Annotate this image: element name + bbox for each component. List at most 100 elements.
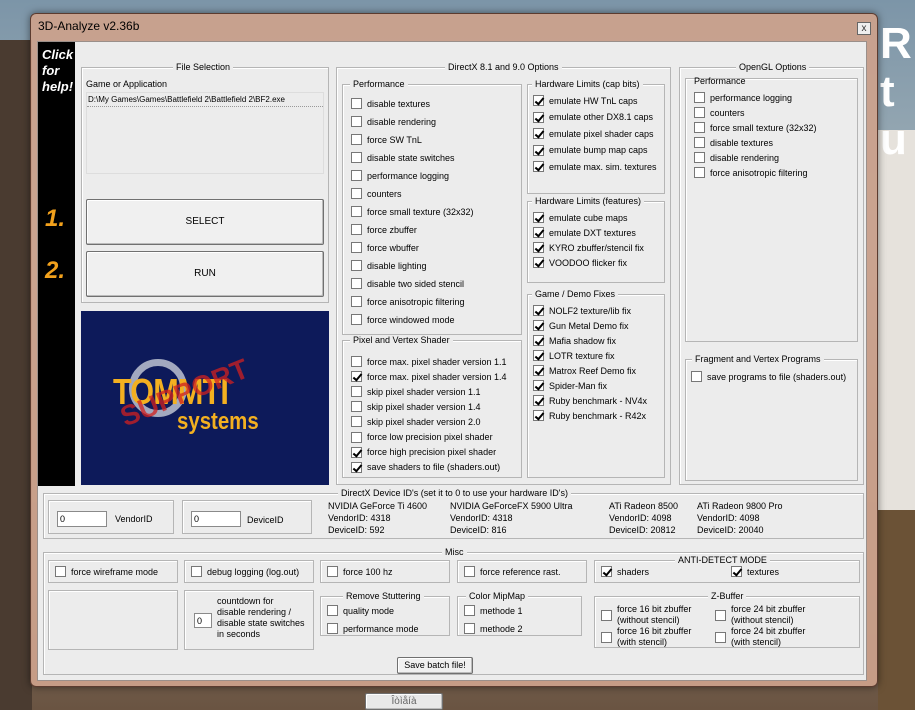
path-listbox[interactable]: D:\My Games\Games\Battlefield 2\Battlefi… <box>86 92 324 174</box>
checked-box-icon[interactable] <box>351 446 362 458</box>
checked-box-icon[interactable] <box>533 335 544 346</box>
checkbox-force-windowed-mode[interactable]: force windowed mode <box>351 314 455 325</box>
unchecked-box-icon[interactable] <box>694 122 705 133</box>
checkbox-disable-state-switches[interactable]: disable state switches <box>351 152 455 163</box>
checkbox-force-anisotropic-filtering[interactable]: force anisotropic filtering <box>694 167 808 178</box>
checkbox-counters[interactable]: counters <box>694 107 745 118</box>
checked-box-icon[interactable] <box>533 380 544 391</box>
checkbox-methode-2[interactable]: methode 2 <box>464 623 523 634</box>
checked-box-icon[interactable] <box>533 395 544 406</box>
checkbox-emulate-dxt-textures[interactable]: emulate DXT textures <box>533 227 636 238</box>
checkbox-emulate-hw-tnl-caps[interactable]: emulate HW TnL caps <box>533 95 638 106</box>
vendor-id-input[interactable]: 0 <box>57 511 107 527</box>
checked-box-icon[interactable] <box>533 242 544 253</box>
checked-box-icon[interactable] <box>533 350 544 361</box>
checkbox-save-programs-to-file-shaders-out[interactable]: save programs to file (shaders.out) <box>691 371 846 382</box>
checkbox-gun-metal-demo-fix[interactable]: Gun Metal Demo fix <box>533 320 629 331</box>
unchecked-box-icon[interactable] <box>694 167 705 178</box>
checkbox-emulate-other-dx8-1-caps[interactable]: emulate other DX8.1 caps <box>533 111 653 123</box>
checkbox-textures[interactable]: textures <box>731 566 779 577</box>
checked-box-icon[interactable] <box>533 128 544 140</box>
unchecked-box-icon[interactable] <box>351 224 362 235</box>
checkbox-force-anisotropic-filtering[interactable]: force anisotropic filtering <box>351 296 465 307</box>
checkbox-z24-no-stencil[interactable]: force 24 bit zbuffer (without stencil) <box>715 604 805 626</box>
checkbox-disable-textures[interactable]: disable textures <box>351 98 430 109</box>
unchecked-box-icon[interactable] <box>351 401 362 413</box>
checkbox-debug-logging-log-out[interactable]: debug logging (log.out) <box>191 566 299 577</box>
unchecked-box-icon[interactable] <box>327 566 338 577</box>
checkbox-skip-pixel-shader-version-1-1[interactable]: skip pixel shader version 1.1 <box>351 386 481 398</box>
select-button[interactable]: SELECT <box>86 199 324 245</box>
checkbox-force-wireframe-mode[interactable]: force wireframe mode <box>55 566 158 577</box>
unchecked-box-icon[interactable] <box>351 98 362 109</box>
unchecked-box-icon[interactable] <box>351 260 362 271</box>
checked-box-icon[interactable] <box>533 95 544 106</box>
checkbox-performance-logging[interactable]: performance logging <box>351 170 449 181</box>
unchecked-box-icon[interactable] <box>694 152 705 163</box>
checkbox-emulate-cube-maps[interactable]: emulate cube maps <box>533 212 628 223</box>
checked-box-icon[interactable] <box>351 371 362 383</box>
unchecked-box-icon[interactable] <box>464 623 475 634</box>
unchecked-box-icon[interactable] <box>694 107 705 118</box>
checkbox-performance-mode[interactable]: performance mode <box>327 623 419 634</box>
checkbox-disable-two-sided-stencil[interactable]: disable two sided stencil <box>351 278 464 289</box>
checkbox-mafia-shadow-fix[interactable]: Mafia shadow fix <box>533 335 616 346</box>
unchecked-box-icon[interactable] <box>464 605 475 616</box>
checkbox-skip-pixel-shader-version-1-4[interactable]: skip pixel shader version 1.4 <box>351 401 481 413</box>
checkbox-force-small-texture-32x32[interactable]: force small texture (32x32) <box>351 206 474 217</box>
unchecked-box-icon[interactable] <box>715 631 726 643</box>
checkbox-voodoo-flicker-fix[interactable]: VOODOO flicker fix <box>533 257 627 268</box>
checkbox-skip-pixel-shader-version-2-0[interactable]: skip pixel shader version 2.0 <box>351 416 481 428</box>
background-cancel-button[interactable]: Îòìåíà <box>365 693 443 710</box>
unchecked-box-icon[interactable] <box>351 431 362 443</box>
checkbox-z16-stencil[interactable]: force 16 bit zbuffer (with stencil) <box>601 626 691 648</box>
checkbox-performance-logging[interactable]: performance logging <box>694 92 792 103</box>
unchecked-box-icon[interactable] <box>464 566 475 577</box>
tommti-logo[interactable]: TOMMTI systems SUPPORT <box>81 311 329 485</box>
unchecked-box-icon[interactable] <box>694 92 705 103</box>
checkbox-force-wbuffer[interactable]: force wbuffer <box>351 242 419 253</box>
unchecked-box-icon[interactable] <box>351 314 362 325</box>
checked-box-icon[interactable] <box>533 144 544 156</box>
unchecked-box-icon[interactable] <box>351 170 362 181</box>
checked-box-icon[interactable] <box>533 257 544 268</box>
checkbox-force-max-pixel-shader-version-1-1[interactable]: force max. pixel shader version 1.1 <box>351 356 507 367</box>
checkbox-force-low-precision-pixel-shader[interactable]: force low precision pixel shader <box>351 431 493 443</box>
checked-box-icon[interactable] <box>533 365 544 376</box>
checkbox-disable-rendering[interactable]: disable rendering <box>694 152 779 163</box>
unchecked-box-icon[interactable] <box>351 296 362 307</box>
unchecked-box-icon[interactable] <box>351 416 362 428</box>
checkbox-force-100-hz[interactable]: force 100 hz <box>327 566 393 577</box>
checkbox-counters[interactable]: counters <box>351 188 402 199</box>
checkbox-ruby-benchmark-r42x[interactable]: Ruby benchmark - R42x <box>533 410 646 421</box>
unchecked-box-icon[interactable] <box>601 609 612 621</box>
checkbox-lotr-texture-fix[interactable]: LOTR texture fix <box>533 350 615 361</box>
unchecked-box-icon[interactable] <box>191 566 202 577</box>
checkbox-force-zbuffer[interactable]: force zbuffer <box>351 224 417 235</box>
help-text[interactable]: Click for help! <box>42 47 73 95</box>
unchecked-box-icon[interactable] <box>351 242 362 253</box>
countdown-input[interactable]: 0 <box>194 613 212 628</box>
checked-box-icon[interactable] <box>601 566 612 577</box>
checked-box-icon[interactable] <box>533 305 544 316</box>
checkbox-emulate-max-sim-textures[interactable]: emulate max. sim. textures <box>533 161 657 173</box>
checkbox-z24-stencil[interactable]: force 24 bit zbuffer (with stencil) <box>715 626 805 648</box>
save-batch-button[interactable]: Save batch file! <box>397 657 473 674</box>
unchecked-box-icon[interactable] <box>715 609 726 621</box>
help-sidebar[interactable]: Click for help! 1. 2. <box>38 42 75 486</box>
checkbox-methode-1[interactable]: methode 1 <box>464 605 523 616</box>
checkbox-force-small-texture-32x32[interactable]: force small texture (32x32) <box>694 122 817 133</box>
checked-box-icon[interactable] <box>533 227 544 238</box>
checkbox-disable-lighting[interactable]: disable lighting <box>351 260 427 271</box>
checkbox-z16-no-stencil[interactable]: force 16 bit zbuffer (without stencil) <box>601 604 691 626</box>
unchecked-box-icon[interactable] <box>351 134 362 145</box>
checkbox-matrox-reef-demo-fix[interactable]: Matrox Reef Demo fix <box>533 365 636 376</box>
checked-box-icon[interactable] <box>533 410 544 421</box>
checked-box-icon[interactable] <box>731 566 742 577</box>
unchecked-box-icon[interactable] <box>351 386 362 398</box>
unchecked-box-icon[interactable] <box>55 566 66 577</box>
checked-box-icon[interactable] <box>533 161 544 173</box>
checkbox-force-high-precision-pixel-shader[interactable]: force high precision pixel shader <box>351 446 496 458</box>
checkbox-quality-mode[interactable]: quality mode <box>327 605 394 616</box>
unchecked-box-icon[interactable] <box>351 188 362 199</box>
